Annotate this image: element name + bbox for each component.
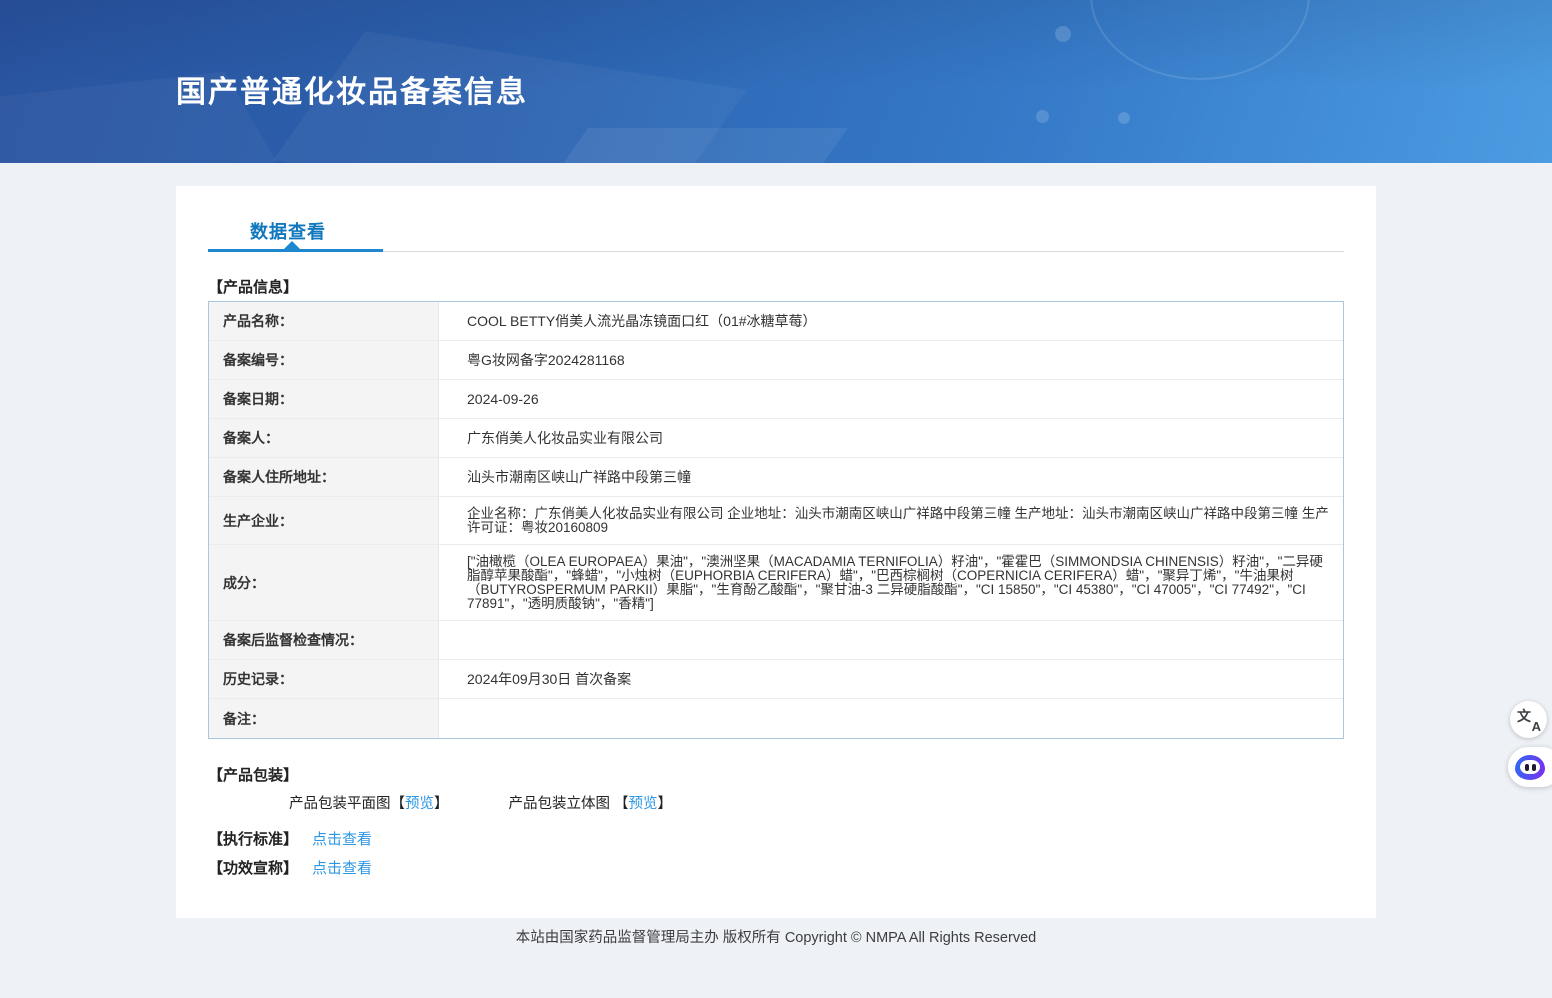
row-label: 备案人住所地址： <box>209 458 439 496</box>
table-row: 备案后监督检查情况： <box>209 621 1343 660</box>
row-value: COOL BETTY俏美人流光晶冻镜面口红（01#冰糖草莓） <box>439 302 1343 340</box>
table-row: 备注： <box>209 699 1343 738</box>
section-exec-standard: 【执行标准】 <box>208 828 298 849</box>
row-label: 历史记录： <box>209 660 439 698</box>
exec-standard-line: 【执行标准】 点击查看 <box>208 828 372 849</box>
tab-divider-line <box>383 251 1344 252</box>
row-value: 汕头市潮南区峡山广祥路中段第三幢 <box>439 458 1343 496</box>
package-flat-preview-link[interactable]: 预览 <box>405 796 434 812</box>
row-label: 产品名称： <box>209 302 439 340</box>
header-banner: 国产普通化妆品备案信息 <box>0 0 1552 163</box>
row-value: 企业名称：广东俏美人化妆品实业有限公司 企业地址：汕头市潮南区峡山广祥路中段第三… <box>439 497 1343 544</box>
row-value: 粤G妆网备字2024281168 <box>439 341 1343 379</box>
package-preview-line: 产品包装平面图【预览】 产品包装立体图 【预览】 <box>289 792 672 813</box>
table-row: 历史记录： 2024年09月30日 首次备案 <box>209 660 1343 699</box>
row-value <box>439 699 1343 738</box>
row-value: 广东俏美人化妆品实业有限公司 <box>439 419 1343 457</box>
section-product-info: 【产品信息】 <box>208 276 298 297</box>
row-value: 2024年09月30日 首次备案 <box>439 660 1343 698</box>
row-label: 备注： <box>209 699 439 738</box>
efficacy-claim-line: 【功效宣称】 点击查看 <box>208 857 372 878</box>
row-value <box>439 621 1343 659</box>
banner-decor-dot <box>1055 26 1071 42</box>
table-row: 成分： ["油橄榄（OLEA EUROPAEA）果油"，"澳洲坚果（MACADA… <box>209 545 1343 621</box>
section-efficacy-claim: 【功效宣称】 <box>208 857 298 878</box>
content-card: 数据查看 【产品信息】 产品名称： COOL BETTY俏美人流光晶冻镜面口红（… <box>176 186 1376 918</box>
assistant-icon <box>1515 755 1545 780</box>
translate-button[interactable]: 文 A <box>1510 701 1547 738</box>
row-label: 生产企业： <box>209 497 439 544</box>
translate-icon: 文 <box>1517 706 1531 726</box>
row-value: 2024-09-26 <box>439 380 1343 418</box>
row-label: 备案人： <box>209 419 439 457</box>
copyright-text: 本站由国家药品监督管理局主办 版权所有 Copyright © NMPA All… <box>0 926 1552 947</box>
product-info-table: 产品名称： COOL BETTY俏美人流光晶冻镜面口红（01#冰糖草莓） 备案编… <box>208 301 1344 739</box>
section-product-package: 【产品包装】 <box>208 764 298 785</box>
tab-active-arrow <box>284 241 300 249</box>
package-flat-label: 产品包装平面图【 <box>289 796 405 812</box>
table-row: 备案人： 广东俏美人化妆品实业有限公司 <box>209 419 1343 458</box>
table-row: 备案人住所地址： 汕头市潮南区峡山广祥路中段第三幢 <box>209 458 1343 497</box>
package-stereo-preview-link[interactable]: 预览 <box>629 796 658 812</box>
banner-decor-dot <box>1118 112 1130 124</box>
table-row: 生产企业： 企业名称：广东俏美人化妆品实业有限公司 企业地址：汕头市潮南区峡山广… <box>209 497 1343 545</box>
table-row: 备案日期： 2024-09-26 <box>209 380 1343 419</box>
row-label: 成分： <box>209 545 439 620</box>
banner-decor-dot <box>1036 110 1049 123</box>
package-flat-suffix: 】 <box>434 796 449 812</box>
package-stereo-suffix: 】 <box>658 796 673 812</box>
row-value: ["油橄榄（OLEA EUROPAEA）果油"，"澳洲坚果（MACADAMIA … <box>439 545 1343 620</box>
translate-icon-latin: A <box>1532 719 1541 734</box>
page-title: 国产普通化妆品备案信息 <box>176 67 528 111</box>
package-stereo-label: 产品包装立体图 【 <box>509 796 629 812</box>
row-label: 备案编号： <box>209 341 439 379</box>
table-row: 产品名称： COOL BETTY俏美人流光晶冻镜面口红（01#冰糖草莓） <box>209 302 1343 341</box>
row-label: 备案后监督检查情况： <box>209 621 439 659</box>
table-row: 备案编号： 粤G妆网备字2024281168 <box>209 341 1343 380</box>
efficacy-claim-view-link[interactable]: 点击查看 <box>312 857 372 878</box>
package-stereo-item: 产品包装立体图 【预览】 <box>509 792 673 813</box>
tab-active-underline <box>208 249 383 252</box>
exec-standard-view-link[interactable]: 点击查看 <box>312 828 372 849</box>
row-label: 备案日期： <box>209 380 439 418</box>
package-flat-item: 产品包装平面图【预览】 <box>289 792 449 813</box>
assistant-button[interactable] <box>1508 747 1552 787</box>
page-footer: 本站由国家药品监督管理局主办 版权所有 Copyright © NMPA All… <box>0 918 1552 998</box>
